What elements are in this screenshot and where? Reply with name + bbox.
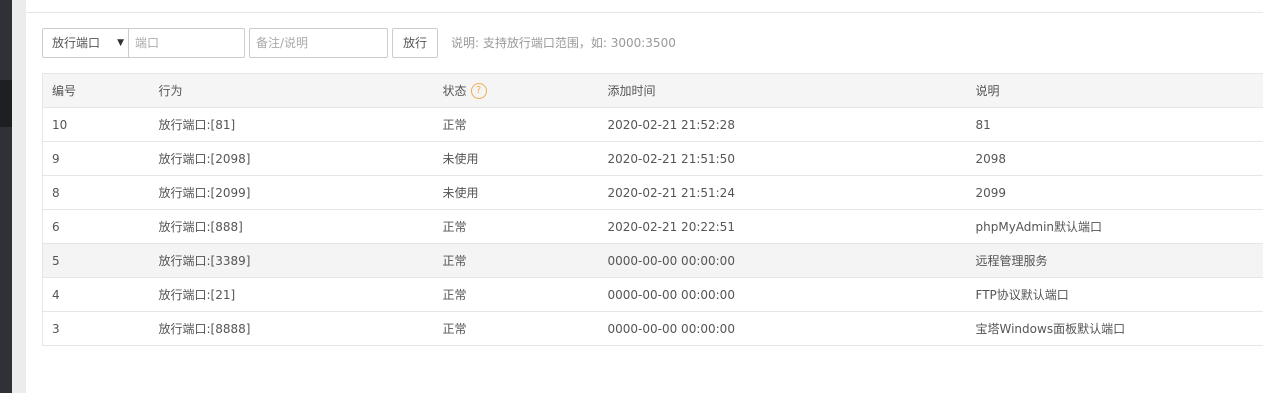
cell-note: 2098 [966, 141, 1263, 176]
cell-note: 远程管理服务 [966, 243, 1263, 278]
cell-note: 81 [966, 107, 1263, 142]
cell-note: 宝塔Windows面板默认端口 [966, 311, 1263, 346]
column-header-status: 状态? [433, 73, 599, 108]
table-row-hovered: 5 放行端口:[3389] 正常 0000-00-00 00:00:00 远程管… [42, 243, 1263, 278]
cell-id: 4 [42, 277, 150, 312]
cell-status: 未使用 [433, 141, 599, 176]
cell-time: 2020-02-21 21:51:50 [598, 141, 967, 176]
port-input-placeholder: 端口 [135, 36, 160, 50]
action-select-value: 放行端口 [52, 36, 101, 50]
caret-down-icon: ▼ [117, 38, 124, 48]
cell-note: FTP协议默认端口 [966, 277, 1263, 312]
left-sidebar [0, 0, 12, 393]
cell-status: 正常 [433, 107, 599, 142]
action-select[interactable]: 放行端口 ▼ [42, 28, 131, 58]
cell-action: 放行端口:[888] [149, 209, 434, 244]
cell-status: 未使用 [433, 175, 599, 210]
cell-action: 放行端口:[2098] [149, 141, 434, 176]
table-row: 9 放行端口:[2098] 未使用 2020-02-21 21:51:50 20… [42, 141, 1263, 176]
cell-status: 正常 [433, 243, 599, 278]
sidebar-segment [0, 127, 12, 393]
port-rules-table: 编号 行为 状态? 添加时间 说明 10 放行端口:[81] 正常 2020-0… [42, 73, 1263, 346]
cell-action: 放行端口:[2099] [149, 175, 434, 210]
port-input[interactable]: 端口 [128, 28, 245, 58]
panel-divider [26, 12, 1263, 13]
cell-time: 0000-00-00 00:00:00 [598, 311, 967, 346]
column-header-status-label: 状态 [442, 84, 467, 98]
cell-status: 正常 [433, 277, 599, 312]
help-icon[interactable]: ? [470, 82, 487, 99]
cell-time: 2020-02-21 21:52:28 [598, 107, 967, 142]
column-header-time: 添加时间 [598, 73, 967, 108]
table-row: 6 放行端口:[888] 正常 2020-02-21 20:22:51 phpM… [42, 209, 1263, 244]
column-header-note: 说明 [966, 73, 1263, 108]
cell-id: 3 [42, 311, 150, 346]
cell-time: 0000-00-00 00:00:00 [598, 277, 967, 312]
table-row: 10 放行端口:[81] 正常 2020-02-21 21:52:28 81 [42, 107, 1263, 142]
table-header-row: 编号 行为 状态? 添加时间 说明 [42, 73, 1263, 108]
cell-id: 5 [42, 243, 150, 278]
cell-action: 放行端口:[3389] [149, 243, 434, 278]
table-row: 4 放行端口:[21] 正常 0000-00-00 00:00:00 FTP协议… [42, 277, 1263, 312]
cell-status: 正常 [433, 311, 599, 346]
cell-id: 9 [42, 141, 150, 176]
table-row: 3 放行端口:[8888] 正常 0000-00-00 00:00:00 宝塔W… [42, 311, 1263, 346]
sidebar-segment [0, 0, 12, 80]
column-header-action: 行为 [149, 73, 434, 108]
cell-time: 0000-00-00 00:00:00 [598, 243, 967, 278]
note-input[interactable]: 备注/说明 [249, 28, 388, 58]
sidebar-active-segment[interactable] [0, 80, 12, 127]
cell-id: 10 [42, 107, 150, 142]
cell-note: 2099 [966, 175, 1263, 210]
cell-id: 6 [42, 209, 150, 244]
cell-action: 放行端口:[8888] [149, 311, 434, 346]
cell-time: 2020-02-21 21:51:24 [598, 175, 967, 210]
cell-status: 正常 [433, 209, 599, 244]
content-gutter [12, 0, 26, 393]
cell-note: phpMyAdmin默认端口 [966, 209, 1263, 244]
allow-port-button[interactable]: 放行 [392, 28, 438, 58]
cell-time: 2020-02-21 20:22:51 [598, 209, 967, 244]
cell-id: 8 [42, 175, 150, 210]
cell-action: 放行端口:[21] [149, 277, 434, 312]
cell-action: 放行端口:[81] [149, 107, 434, 142]
firewall-panel: 放行端口 ▼ 端口 备注/说明 放行 说明: 支持放行端口范围，如: 3000:… [26, 0, 1263, 393]
note-input-placeholder: 备注/说明 [256, 36, 309, 50]
table-row: 8 放行端口:[2099] 未使用 2020-02-21 21:51:24 20… [42, 175, 1263, 210]
port-range-hint: 说明: 支持放行端口范围，如: 3000:3500 [451, 36, 676, 50]
column-header-id: 编号 [42, 73, 150, 108]
